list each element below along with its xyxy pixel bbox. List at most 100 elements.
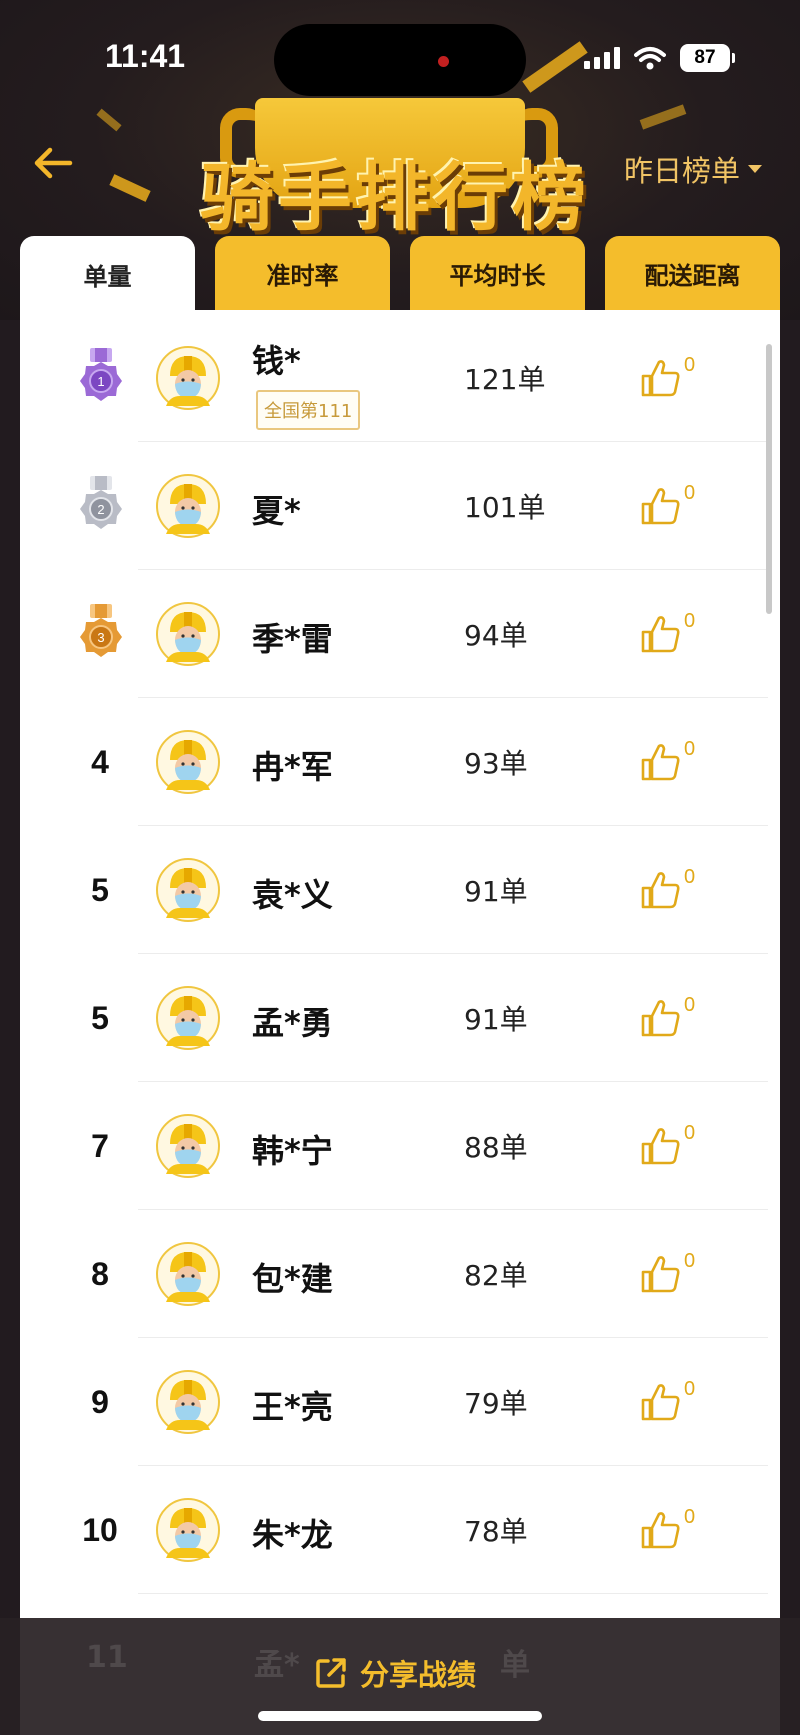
like-button[interactable]: 0 <box>640 1250 695 1294</box>
rider-name: 季*雷 <box>252 620 333 658</box>
rider-row[interactable]: 4 冉*军 93单 0 <box>20 698 780 826</box>
rider-name: 王*亮 <box>252 1388 333 1426</box>
rider-name: 孟*勇 <box>252 1004 333 1042</box>
recording-indicator <box>438 56 449 67</box>
rider-row[interactable]: 9 王*亮 79单 0 <box>20 1338 780 1466</box>
like-button[interactable]: 0 <box>640 482 695 526</box>
purple-medal-icon: 1 <box>80 348 122 401</box>
tab-on-time-rate[interactable]: 准时率 <box>215 236 390 310</box>
rank-number: 5 <box>91 999 109 1036</box>
back-arrow-icon[interactable] <box>30 140 76 186</box>
tab-average-duration[interactable]: 平均时长 <box>410 236 585 310</box>
rider-name: 朱*龙 <box>252 1516 333 1554</box>
rider-row[interactable]: 1 钱* 全国第111 121单 0 <box>20 314 780 442</box>
wifi-icon <box>634 47 666 70</box>
rider-avatar <box>156 1242 220 1306</box>
decor-shard <box>109 174 151 202</box>
rider-avatar <box>156 474 220 538</box>
share-icon <box>316 1658 346 1688</box>
rank-number: 10 <box>82 1511 118 1548</box>
rank-number: 8 <box>91 1255 109 1292</box>
rider-name: 袁*义 <box>252 876 333 914</box>
cellular-signal-icon <box>584 47 620 69</box>
thumbs-up-icon <box>641 1384 680 1421</box>
order-count: 91单 <box>464 875 528 908</box>
decor-shard <box>522 41 588 93</box>
page-title: 骑手排行榜 <box>200 155 590 241</box>
rank-number: 5 <box>91 871 109 908</box>
rider-avatar <box>156 858 220 922</box>
battery-icon: 87 <box>680 44 735 72</box>
rider-name: 韩*宁 <box>252 1132 333 1170</box>
rank-number: 7 <box>91 1127 109 1164</box>
like-count: 0 <box>684 1250 696 1272</box>
like-count: 0 <box>684 610 696 632</box>
rider-row[interactable]: 7 韩*宁 88单 0 <box>20 1082 780 1210</box>
national-rank-badge: 全国第111 <box>256 390 361 430</box>
thumbs-up-icon <box>641 1000 680 1037</box>
like-count: 0 <box>684 866 696 888</box>
order-count: 88单 <box>464 1131 528 1164</box>
order-count: 78单 <box>464 1515 528 1548</box>
status-time: 11:41 <box>105 38 186 74</box>
svg-text:2: 2 <box>97 502 104 517</box>
thumbs-up-icon <box>641 872 680 909</box>
tab-order-count[interactable]: 单量 <box>20 236 195 312</box>
rider-avatar <box>156 1114 220 1178</box>
status-icons: 87 <box>584 44 735 72</box>
like-button[interactable]: 0 <box>640 866 695 910</box>
tab-delivery-distance[interactable]: 配送距离 <box>605 236 780 310</box>
bronze-medal-icon: 3 <box>80 604 122 657</box>
like-button[interactable]: 0 <box>640 610 695 654</box>
rider-name: 钱* <box>252 342 301 380</box>
like-count: 0 <box>684 354 696 376</box>
thumbs-up-icon <box>641 1512 680 1549</box>
rider-name: 冉*军 <box>252 748 333 786</box>
period-selector[interactable]: 昨日榜单 <box>624 148 763 190</box>
scrollbar[interactable] <box>766 344 772 614</box>
partial-rank: 11 <box>86 1640 128 1675</box>
rider-avatar <box>156 1370 220 1434</box>
like-count: 0 <box>684 994 696 1016</box>
like-button[interactable]: 0 <box>640 1506 695 1550</box>
order-count: 82单 <box>464 1259 528 1292</box>
svg-text:3: 3 <box>97 630 104 645</box>
rider-row[interactable]: 2 夏* 101单 0 <box>20 442 780 570</box>
rider-row[interactable]: 5 孟*勇 91单 0 <box>20 954 780 1082</box>
rider-name: 夏* <box>252 492 301 530</box>
rider-avatar <box>156 1498 220 1562</box>
rider-row[interactable]: 5 袁*义 91单 0 <box>20 826 780 954</box>
like-button[interactable]: 0 <box>640 354 695 398</box>
title-banner: 骑手排行榜 <box>160 90 630 241</box>
home-indicator[interactable] <box>258 1711 542 1721</box>
order-count: 94单 <box>464 619 528 652</box>
rider-avatar <box>156 346 220 410</box>
rider-row[interactable]: 10 朱*龙 78单 0 <box>20 1466 780 1594</box>
rider-avatar <box>156 602 220 666</box>
thumbs-up-icon <box>641 488 680 525</box>
rider-row[interactable]: 8 包*建 82单 0 <box>20 1210 780 1338</box>
thumbs-up-icon <box>641 1256 680 1293</box>
like-count: 0 <box>684 1122 696 1144</box>
rider-row[interactable]: 3 季*雷 94单 0 <box>20 570 780 698</box>
rider-avatar <box>156 986 220 1050</box>
svg-text:1: 1 <box>97 374 104 389</box>
rank-number: 9 <box>91 1383 109 1420</box>
partial-name: 孟* <box>254 1648 300 1683</box>
share-results-button[interactable]: 分享战绩 <box>314 1652 476 1694</box>
like-button[interactable]: 0 <box>640 738 695 782</box>
dynamic-island <box>274 24 526 96</box>
thumbs-up-icon <box>641 1128 680 1165</box>
like-button[interactable]: 0 <box>640 1378 695 1422</box>
row-divider <box>138 1593 768 1594</box>
order-count: 79单 <box>464 1387 528 1420</box>
ranking-list[interactable]: 1 钱* 全国第111 121单 0 2 夏* 101单 0 3 季*雷 94单… <box>20 310 780 1735</box>
rank-number: 4 <box>91 743 109 780</box>
like-button[interactable]: 0 <box>640 1122 695 1166</box>
like-count: 0 <box>684 1506 696 1528</box>
period-selector-label: 昨日榜单 <box>624 154 741 188</box>
like-count: 0 <box>684 482 696 504</box>
partial-orders: 单 <box>500 1648 530 1683</box>
like-button[interactable]: 0 <box>640 994 695 1038</box>
order-count: 121单 <box>464 363 546 396</box>
